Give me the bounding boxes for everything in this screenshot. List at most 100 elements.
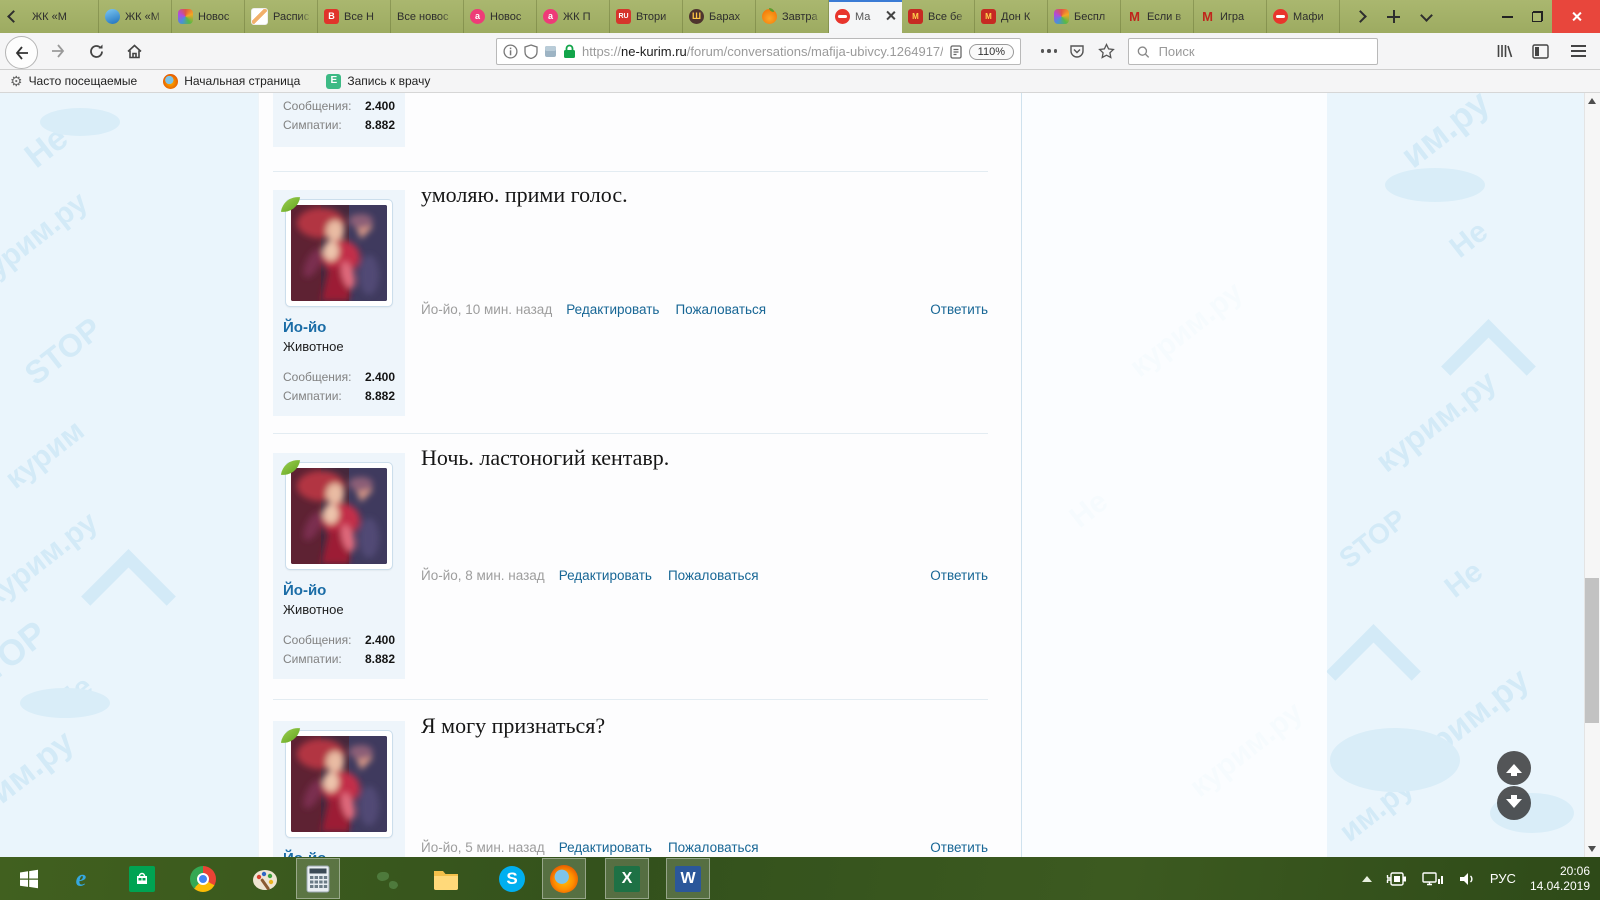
speaker-icon[interactable] [1458, 871, 1476, 887]
tracking-shield-icon[interactable] [524, 44, 538, 59]
browser-tab[interactable]: Мафи [1267, 0, 1340, 33]
search-input[interactable] [1157, 43, 1369, 60]
watermark-text: курим [0, 414, 91, 496]
stat-label: Сообщения: [283, 368, 351, 387]
browser-tab[interactable]: ШБарах [683, 0, 756, 33]
new-tab-button[interactable] [1387, 10, 1400, 23]
username-link[interactable]: Йо-йо [283, 582, 395, 599]
page-actions-button[interactable] [1035, 37, 1063, 65]
taskbar-button-word[interactable]: W [666, 858, 710, 899]
browser-tab[interactable]: МИгра [1194, 0, 1267, 33]
browser-tab[interactable]: RUВтори [610, 0, 683, 33]
user-avatar[interactable] [286, 200, 392, 306]
list-tabs-icon[interactable] [1420, 9, 1433, 22]
reply-link[interactable]: Ответить [930, 302, 988, 317]
scroll-to-top-button[interactable] [1497, 751, 1531, 785]
library-button[interactable] [1490, 37, 1518, 65]
taskbar-button-start[interactable] [7, 858, 51, 899]
hidden-icons-chevron[interactable] [1362, 876, 1372, 882]
taskbar-button-skype[interactable]: S [490, 858, 534, 899]
user-avatar[interactable] [286, 463, 392, 569]
bookmark-doctor-appointment[interactable]: E Запись к врачу [326, 74, 430, 89]
back-button[interactable] [5, 36, 38, 69]
battery-icon[interactable] [1386, 871, 1408, 887]
browser-tab[interactable]: Распис [245, 0, 318, 33]
user-avatar[interactable] [286, 731, 392, 837]
taskbar-button-chrome[interactable] [181, 858, 225, 899]
taskbar-button-ie[interactable]: e [59, 858, 103, 899]
pocket-button[interactable] [1063, 37, 1091, 65]
tab-scroll-left-button[interactable] [0, 0, 26, 33]
scrollbar[interactable] [1584, 93, 1600, 857]
forward-button[interactable] [44, 37, 72, 65]
tab-label: Если в [1147, 11, 1187, 23]
reply-link[interactable]: Ответить [930, 840, 988, 855]
user-role: Животное [283, 602, 395, 617]
username-link[interactable]: Йо-йо [283, 850, 395, 857]
taskbar-button-excel[interactable]: X [605, 858, 649, 899]
reload-button[interactable] [82, 37, 110, 65]
report-link[interactable]: Пожаловаться [675, 302, 766, 317]
m-favicon-icon: М [1200, 9, 1215, 24]
reply-link[interactable]: Ответить [930, 568, 988, 583]
browser-tab[interactable]: Беспл [1048, 0, 1121, 33]
site-info-icon[interactable] [503, 44, 518, 59]
tab-scroll-right-icon[interactable] [1354, 10, 1367, 23]
network-icon[interactable] [1422, 871, 1444, 887]
browser-tab[interactable]: ЖК «М [26, 0, 99, 33]
watermark-text: им.ру [1393, 93, 1498, 176]
tab-close-button[interactable] [885, 8, 896, 26]
permissions-icon[interactable] [544, 45, 557, 58]
url-text[interactable]: https://ne-kurim.ru/forum/conversations/… [582, 44, 943, 59]
forum-post: Йо-йоЖивотноеСообщения:2.400Симпатии:8.8… [273, 445, 988, 696]
close-button[interactable] [1552, 0, 1600, 33]
language-indicator[interactable]: РУС [1490, 871, 1516, 886]
browser-tab[interactable]: aНовос [464, 0, 537, 33]
bookmark-most-visited[interactable]: ⚙ Часто посещаемые [10, 74, 137, 88]
browser-tab[interactable]: Новос [172, 0, 245, 33]
bookmark-home-page[interactable]: Начальная страница [163, 74, 300, 89]
bookmark-star-button[interactable] [1092, 37, 1120, 65]
browser-tab[interactable]: МВсе бе [902, 0, 975, 33]
edit-link[interactable]: Редактировать [559, 840, 652, 855]
restore-button[interactable] [1522, 0, 1552, 33]
browser-tab[interactable]: МЕсли в [1121, 0, 1194, 33]
scroll-to-bottom-button[interactable] [1497, 786, 1531, 820]
taskbar-button-explorer[interactable] [424, 858, 468, 899]
home-button[interactable] [120, 37, 148, 65]
taskbar-button-globe[interactable] [365, 858, 409, 899]
globe-icon [372, 864, 402, 894]
minimize-button[interactable] [1492, 0, 1522, 33]
report-link[interactable]: Пожаловаться [668, 568, 759, 583]
report-link[interactable]: Пожаловаться [668, 840, 759, 855]
browser-tab-active[interactable]: Ма [829, 0, 902, 33]
taskbar-button-paint[interactable] [243, 858, 287, 899]
sidebars-button[interactable] [1526, 37, 1554, 65]
reader-mode-icon[interactable] [949, 45, 963, 59]
username-link[interactable]: Йо-йо [283, 319, 395, 336]
scrollbar-down-arrow[interactable] [1588, 846, 1596, 852]
scrollbar-up-arrow[interactable] [1588, 98, 1596, 104]
search-bar[interactable] [1128, 38, 1378, 65]
taskbar-button-store[interactable] [120, 858, 164, 899]
browser-tab[interactable]: Завтра [756, 0, 829, 33]
url-path: /forum/conversations/mafija-ubivcy.12649… [687, 44, 943, 59]
edit-link[interactable]: Редактировать [559, 568, 652, 583]
browser-tab[interactable]: ЖК «М [99, 0, 172, 33]
post-title: Я могу признаться? [421, 713, 988, 739]
browser-tab[interactable]: ВВсе Н [318, 0, 391, 33]
url-bar[interactable]: https://ne-kurim.ru/forum/conversations/… [496, 38, 1021, 65]
browser-tab[interactable]: aЖК П [537, 0, 610, 33]
edit-link[interactable]: Редактировать [566, 302, 659, 317]
taskbar-button-calculator[interactable] [296, 858, 340, 899]
taskbar-button-firefox[interactable] [542, 858, 586, 899]
clock[interactable]: 20:06 14.04.2019 [1530, 864, 1590, 894]
zoom-level-badge[interactable]: 110% [969, 44, 1014, 60]
bookmark-label: Запись к врачу [347, 74, 430, 88]
browser-tab[interactable]: МДон К [975, 0, 1048, 33]
scrollbar-thumb[interactable] [1585, 578, 1599, 723]
stat-label: Симпатии: [283, 387, 342, 406]
tray-date: 14.04.2019 [1530, 879, 1590, 894]
browser-tab[interactable]: Все новос [391, 0, 464, 33]
menu-button[interactable] [1564, 37, 1592, 65]
